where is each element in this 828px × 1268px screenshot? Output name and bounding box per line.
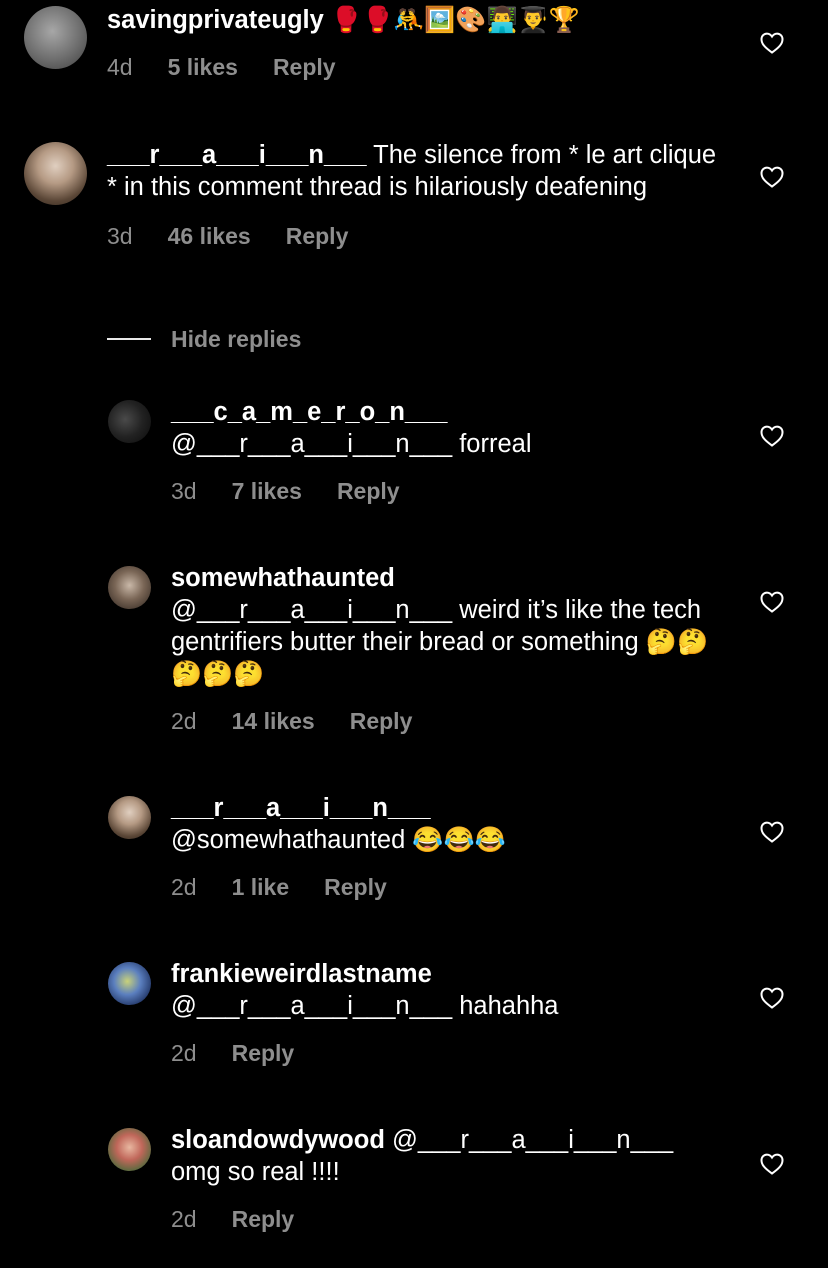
heart-outline-icon[interactable] — [760, 1153, 784, 1175]
reply-meta: 2d 1 like Reply — [171, 872, 718, 902]
reply-text: somewhathaunted @___r___a___i___n___ wei… — [171, 562, 718, 690]
heart-outline-icon[interactable] — [760, 166, 784, 188]
reply-username[interactable]: frankieweirdlastname — [171, 960, 432, 988]
reply-content: @___r___a___i___n___ weird it’s like the… — [171, 596, 702, 656]
reply-emoji: 😂😂😂 — [412, 826, 506, 854]
hide-replies-label: Hide replies — [171, 325, 302, 352]
avatar[interactable] — [24, 142, 87, 205]
reply-meta: 2d 14 likes Reply — [171, 706, 718, 736]
reply-button[interactable]: Reply — [232, 1038, 295, 1068]
reply-likes[interactable]: 14 likes — [232, 706, 315, 736]
avatar[interactable] — [24, 6, 87, 69]
reply-username[interactable]: ___r___a___i___n___ — [171, 794, 431, 822]
reply-body: ___r___a___i___n___ @somewhathaunted 😂😂😂… — [171, 792, 718, 902]
reply-content: @somewhathaunted — [171, 826, 406, 854]
comment-body: savingprivateugly 🥊🥊🤼🖼️🎨👨‍💻👨‍🎓🏆 4d 5 lik… — [107, 4, 718, 82]
heart-outline-icon[interactable] — [760, 425, 784, 447]
avatar[interactable] — [108, 796, 151, 839]
comment-body: ___r___a___i___n___ The silence from * l… — [107, 139, 718, 251]
reply-button[interactable]: Reply — [286, 221, 349, 251]
comment-text: savingprivateugly 🥊🥊🤼🖼️🎨👨‍💻👨‍🎓🏆 — [107, 4, 718, 36]
reply-meta: 3d 7 likes Reply — [171, 476, 718, 506]
reply-time: 2d — [171, 708, 197, 734]
comment-time: 4d — [107, 54, 133, 80]
reply-button[interactable]: Reply — [232, 1204, 295, 1234]
comment-time: 3d — [107, 223, 133, 249]
reply-likes[interactable]: 1 like — [232, 872, 290, 902]
reply-text: sloandowdywood @___r___a___i___n___ omg … — [171, 1124, 718, 1188]
username-emoji: 🥊🥊🤼🖼️🎨👨‍💻👨‍🎓🏆 — [330, 6, 580, 34]
heart-outline-icon[interactable] — [760, 591, 784, 613]
reply-time: 3d — [171, 478, 197, 504]
reply-body: somewhathaunted @___r___a___i___n___ wei… — [171, 562, 718, 736]
reply-meta: 2d Reply — [171, 1038, 718, 1068]
reply-username[interactable]: sloandowdywood — [171, 1126, 385, 1154]
reply-time: 2d — [171, 1206, 197, 1232]
reply-button[interactable]: Reply — [273, 52, 336, 82]
reply-meta: 2d Reply — [171, 1204, 718, 1234]
comment-text: ___r___a___i___n___ The silence from * l… — [107, 139, 718, 203]
hide-replies-button[interactable]: Hide replies — [107, 323, 301, 355]
reply-button[interactable]: Reply — [324, 872, 387, 902]
comment-username[interactable]: ___r___a___i___n___ — [107, 141, 367, 169]
heart-outline-icon[interactable] — [760, 821, 784, 843]
reply-likes[interactable]: 7 likes — [232, 476, 302, 506]
reply-body: sloandowdywood @___r___a___i___n___ omg … — [171, 1124, 718, 1234]
avatar[interactable] — [108, 400, 151, 443]
reply-text: ___r___a___i___n___ @somewhathaunted 😂😂😂 — [171, 792, 718, 856]
heart-outline-icon[interactable] — [760, 32, 784, 54]
avatar[interactable] — [108, 566, 151, 609]
reply-username[interactable]: somewhathaunted — [171, 564, 395, 592]
reply-time: 2d — [171, 1040, 197, 1066]
comment-likes[interactable]: 46 likes — [168, 221, 251, 251]
reply-body: frankieweirdlastname @___r___a___i___n__… — [171, 958, 718, 1068]
reply-text: ___c_a_m_e_r_o_n___ @___r___a___i___n___… — [171, 396, 718, 460]
divider-line — [107, 338, 151, 340]
reply-button[interactable]: Reply — [350, 706, 413, 736]
reply-time: 2d — [171, 874, 197, 900]
comment-meta: 3d 46 likes Reply — [107, 221, 718, 251]
comment-meta: 4d 5 likes Reply — [107, 52, 718, 82]
avatar[interactable] — [108, 1128, 151, 1171]
heart-outline-icon[interactable] — [760, 987, 784, 1009]
avatar[interactable] — [108, 962, 151, 1005]
reply-content: @___r___a___i___n___ hahahha — [171, 992, 559, 1020]
reply-body: ___c_a_m_e_r_o_n___ @___r___a___i___n___… — [171, 396, 718, 506]
comment-likes[interactable]: 5 likes — [168, 52, 238, 82]
reply-button[interactable]: Reply — [337, 476, 400, 506]
reply-username[interactable]: ___c_a_m_e_r_o_n___ — [171, 398, 447, 426]
reply-content: @___r___a___i___n___ forreal — [171, 430, 532, 458]
reply-text: frankieweirdlastname @___r___a___i___n__… — [171, 958, 718, 1022]
comment-username[interactable]: savingprivateugly — [107, 6, 324, 34]
